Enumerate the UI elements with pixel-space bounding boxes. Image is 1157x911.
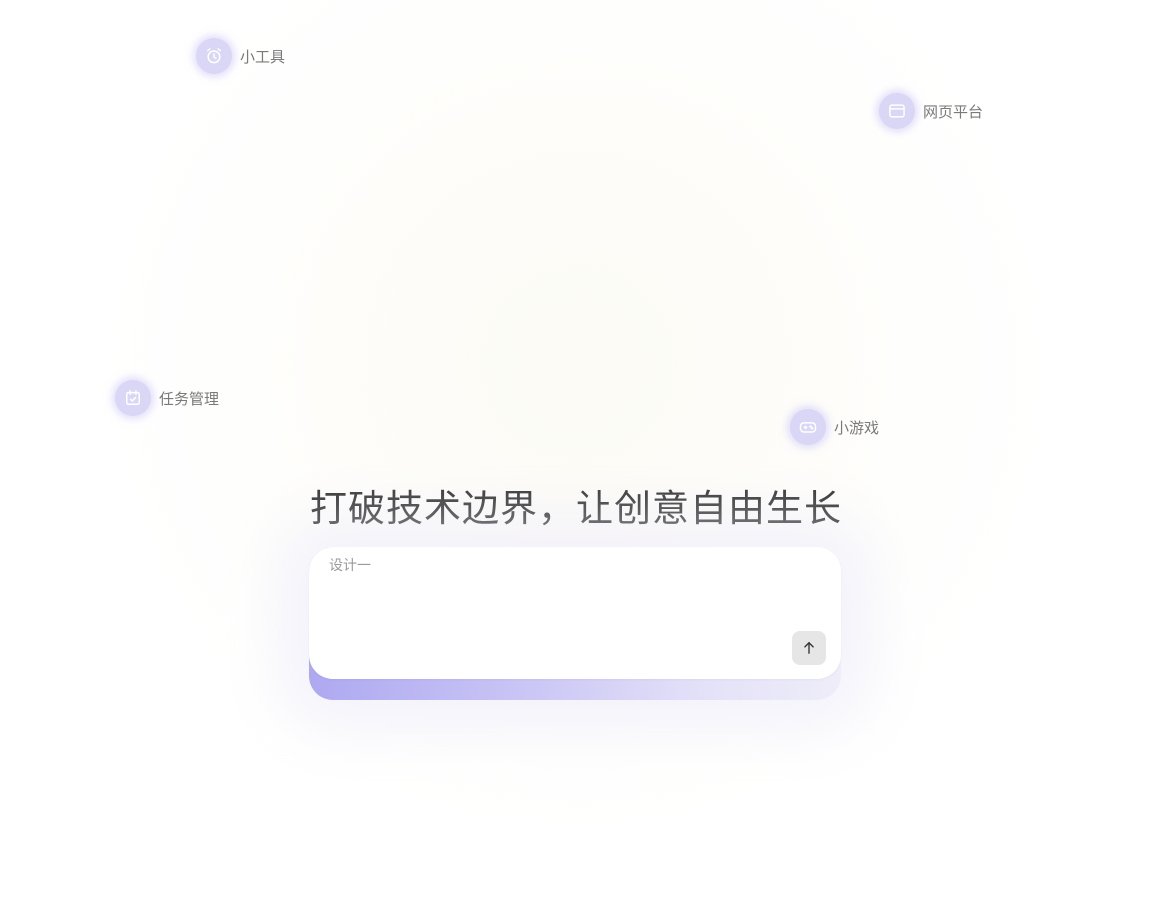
arrow-up-icon	[800, 639, 818, 657]
category-tag-label: 小工具	[240, 47, 286, 66]
send-button[interactable]	[792, 631, 826, 665]
prompt-card	[309, 547, 841, 700]
browser-window-icon	[879, 93, 915, 129]
category-tag-tools[interactable]: 小工具	[196, 38, 285, 74]
gamepad-icon	[790, 409, 826, 445]
category-tag-label: 网页平台	[923, 102, 984, 121]
category-tag-web-platform[interactable]: 网页平台	[879, 93, 983, 129]
alarm-clock-icon	[196, 38, 232, 74]
prompt-input-area	[309, 547, 841, 679]
category-tag-label: 小游戏	[834, 418, 880, 437]
category-tag-task-management[interactable]: 任务管理	[115, 380, 219, 416]
category-tag-games[interactable]: 小游戏	[790, 409, 879, 445]
category-tag-label: 任务管理	[159, 389, 220, 408]
landing-page: 小工具 网页平台 任务管理 小游戏 打破技术边界，让创意自由生长 设计一	[0, 0, 1157, 911]
page-headline: 打破技术边界，让创意自由生长	[310, 487, 842, 530]
calendar-check-icon	[115, 380, 151, 416]
prompt-input[interactable]	[329, 555, 779, 665]
